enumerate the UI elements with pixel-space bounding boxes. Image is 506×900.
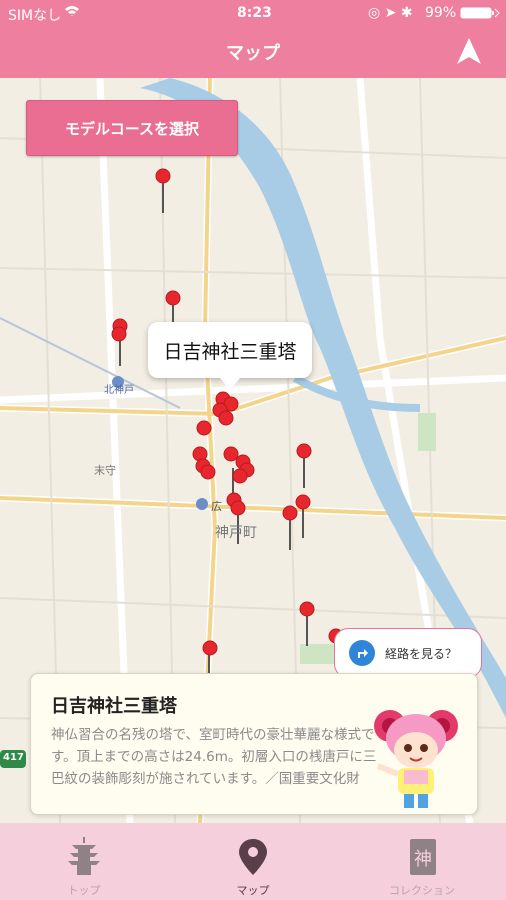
map-pin[interactable] xyxy=(155,168,171,184)
map-pin[interactable] xyxy=(296,443,312,459)
station-icon xyxy=(196,498,208,510)
tab-map[interactable]: マップ xyxy=(169,823,337,900)
kami-card-icon: 神 xyxy=(402,837,442,877)
map-pin[interactable] xyxy=(282,505,298,521)
status-icons: ◎ ➤ ✱ xyxy=(368,5,413,21)
map-pin[interactable] xyxy=(111,326,127,342)
map-pin[interactable] xyxy=(196,420,212,436)
map-pin[interactable] xyxy=(218,410,234,426)
pin-callout[interactable]: 日吉神社三重塔 xyxy=(148,322,312,390)
tab-label: コレクション xyxy=(389,884,455,897)
tab-bar: トップ マップ 神 コレクション xyxy=(0,823,506,900)
carrier-label: SIMなし xyxy=(8,8,62,24)
battery-icon xyxy=(460,7,500,23)
clock: 8:23 xyxy=(237,5,272,21)
pagoda-icon xyxy=(64,837,104,877)
navigation-arrow-icon[interactable] xyxy=(456,37,482,65)
svg-text:神: 神 xyxy=(414,849,432,870)
map-label: 末守 xyxy=(94,464,116,477)
nav-bar: マップ xyxy=(0,26,506,78)
map-label: 北神戸 xyxy=(104,385,134,396)
map-pin[interactable] xyxy=(232,468,248,484)
wifi-icon xyxy=(64,5,80,21)
map-pin-icon xyxy=(233,837,273,877)
map-pin[interactable] xyxy=(165,290,181,306)
spot-title: 日吉神社三重塔 xyxy=(51,696,177,717)
tab-top[interactable]: トップ xyxy=(0,823,168,900)
battery-percent: 99% xyxy=(425,5,457,21)
route-button[interactable]: 経路を見る？ xyxy=(334,628,482,687)
map-label: 神戸町 xyxy=(215,525,257,541)
status-bar: SIMなし 8:23 ◎ ➤ ✱ 99% xyxy=(0,0,506,26)
map-pin[interactable] xyxy=(200,464,216,480)
model-course-button[interactable]: モデルコースを選択 xyxy=(26,100,238,156)
spot-description: 神仏習合の名残の塔で、室町時代の豪壮華麗な様式です。頂上までの高さは24.6m。… xyxy=(51,727,377,787)
map-label: 広 xyxy=(211,500,222,513)
tab-collection[interactable]: 神 コレクション xyxy=(338,823,506,900)
map-pin[interactable] xyxy=(230,500,246,516)
route-button-label: 経路を見る？ xyxy=(385,646,458,661)
tab-label: トップ xyxy=(67,884,101,897)
map-pin[interactable] xyxy=(202,640,218,656)
tab-label: マップ xyxy=(236,884,270,897)
mascot-character-icon xyxy=(368,700,464,812)
map-label: 417 xyxy=(3,752,24,763)
route-icon xyxy=(349,640,375,666)
page-title: マップ xyxy=(226,43,280,64)
map-pin[interactable] xyxy=(295,494,311,510)
map-pin[interactable] xyxy=(299,601,315,617)
map-pin[interactable] xyxy=(223,446,239,462)
